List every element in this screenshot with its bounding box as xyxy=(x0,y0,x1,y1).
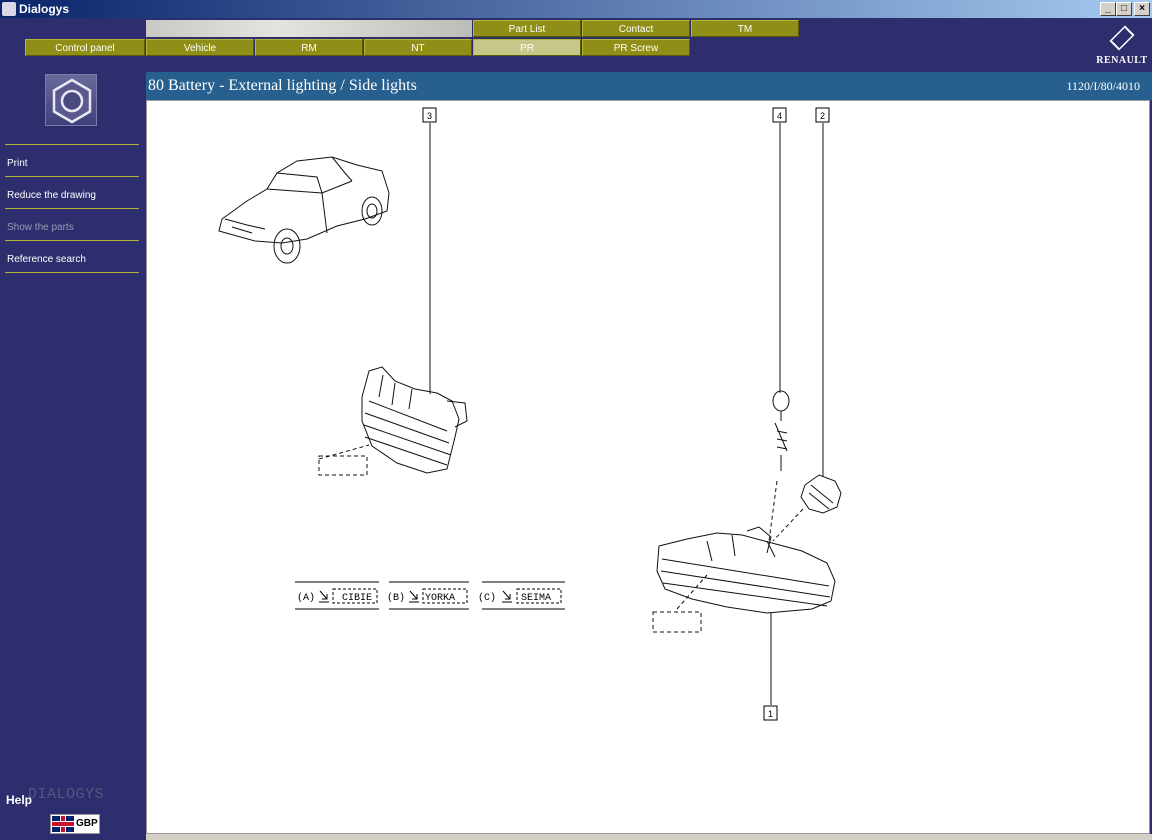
supplier-b-prefix: (B) xyxy=(387,592,405,604)
menu-separator xyxy=(5,240,139,241)
supplier-a-prefix: (A) xyxy=(297,592,315,604)
drawing-area[interactable]: 3 4 2 1 (A) CIBIE (B) YORKA (C) SEIMA xyxy=(146,100,1150,834)
uk-flag-icon xyxy=(52,816,74,832)
tab-control-panel[interactable]: Control panel xyxy=(25,39,145,56)
tab-tm[interactable]: TM xyxy=(691,20,799,37)
callout-4[interactable]: 4 xyxy=(777,111,782,121)
supplier-c-name: SEIMA xyxy=(521,593,551,604)
menu-show-parts[interactable]: Show the parts xyxy=(7,222,74,233)
page-header: 80 Battery - External lighting / Side li… xyxy=(146,72,1152,100)
callout-1[interactable]: 1 xyxy=(768,709,773,719)
tab-nt[interactable]: NT xyxy=(364,39,472,56)
menu-separator xyxy=(5,208,139,209)
page-title: 80 Battery - External lighting / Side li… xyxy=(148,77,417,94)
hex-nut-icon xyxy=(45,74,97,126)
part-3-indicator-drawing xyxy=(318,366,468,476)
window-title-bar: Dialogys _ □ × xyxy=(0,0,1152,18)
tab-part-list[interactable]: Part List xyxy=(473,20,581,37)
menu-reduce-drawing[interactable]: Reduce the drawing xyxy=(7,190,96,201)
renault-logo: RENAULT xyxy=(1096,25,1148,69)
supplier-a-name: CIBIE xyxy=(342,593,372,604)
window-title: Dialogys xyxy=(19,2,70,16)
callout-3[interactable]: 3 xyxy=(427,111,432,121)
page-reference: 1120/I/80/4010 xyxy=(1066,79,1140,93)
app-header: Part List Contact TM Control panel Vehic… xyxy=(0,18,1152,72)
language-selector[interactable]: GBP xyxy=(50,814,100,834)
menu-separator xyxy=(5,272,139,273)
bulb-part-4-drawing xyxy=(768,390,790,542)
tab-pr-screw[interactable]: PR Screw xyxy=(582,39,690,56)
close-button[interactable]: × xyxy=(1134,2,1150,16)
socket-part-2-drawing xyxy=(772,474,842,542)
app-icon xyxy=(2,2,16,16)
tab-contact[interactable]: Contact xyxy=(582,20,690,37)
sidebar: Print Reduce the drawing Show the parts … xyxy=(0,72,146,840)
callout-2[interactable]: 2 xyxy=(820,111,825,121)
exploded-parts-drawing: 3 4 2 1 (A) CIBIE (B) YORKA (C) SEIMA xyxy=(218,107,842,721)
maximize-button[interactable]: □ xyxy=(1116,2,1132,16)
supplier-c-prefix: (C) xyxy=(478,592,496,604)
header-decoration xyxy=(146,20,472,37)
tab-rm[interactable]: RM xyxy=(255,39,363,56)
menu-reference-search[interactable]: Reference search xyxy=(7,254,86,265)
dialogys-watermark: DIALOGYS xyxy=(28,786,105,803)
menu-separator xyxy=(5,176,139,177)
minimize-button[interactable]: _ xyxy=(1100,2,1116,16)
tab-pr[interactable]: PR xyxy=(473,39,581,56)
renault-diamond-icon xyxy=(1109,25,1135,51)
vehicle-sketch xyxy=(218,156,390,264)
menu-print[interactable]: Print xyxy=(7,158,28,169)
supplier-b-name: YORKA xyxy=(425,593,455,604)
status-strip xyxy=(146,834,1152,840)
brand-name: RENAULT xyxy=(1096,55,1148,66)
part-1-indicator-drawing xyxy=(652,526,836,633)
help-link[interactable]: Help xyxy=(6,793,32,807)
tab-vehicle[interactable]: Vehicle xyxy=(146,39,254,56)
language-code: GBP xyxy=(76,818,98,829)
menu-separator xyxy=(5,144,139,145)
